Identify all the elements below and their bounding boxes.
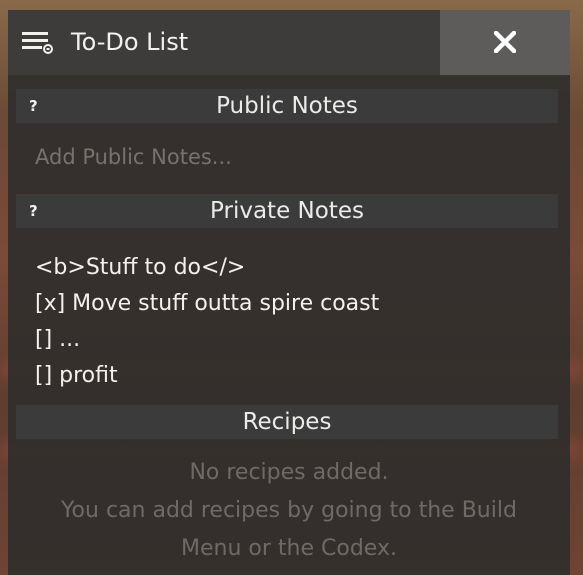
public-notes-title: Public Notes [216,93,358,119]
recipes-empty-hint: Menu or the Codex. [181,536,397,561]
close-button[interactable] [440,10,570,75]
list-menu-icon[interactable] [22,30,54,56]
recipes-header: Recipes [16,405,558,439]
window-title: To-Do List [71,28,189,56]
public-notes-help-button[interactable]: ? [29,89,38,123]
todo-list-window: To-Do List ? Public Notes Add Public Not… [8,10,570,575]
public-notes-input[interactable]: Add Public Notes... [35,145,232,169]
note-line: [] ... [35,327,81,352]
note-line: [] profit [35,363,118,388]
recipes-empty-hint: You can add recipes by going to the Buil… [61,498,517,523]
private-notes-header: ? Private Notes [16,194,558,228]
title-bar: To-Do List [8,10,570,75]
close-icon [494,31,516,53]
note-line: [x] Move stuff outta spire coast [35,291,380,316]
private-notes-text[interactable]: <b>Stuff to do</> [x] Move stuff outta s… [35,250,379,394]
private-notes-title: Private Notes [210,198,364,224]
private-notes-help-button[interactable]: ? [29,194,38,228]
public-notes-header: ? Public Notes [16,89,558,123]
recipes-title: Recipes [242,409,332,435]
recipes-empty-message: No recipes added. [189,460,389,485]
note-line: <b>Stuff to do</> [35,255,246,280]
